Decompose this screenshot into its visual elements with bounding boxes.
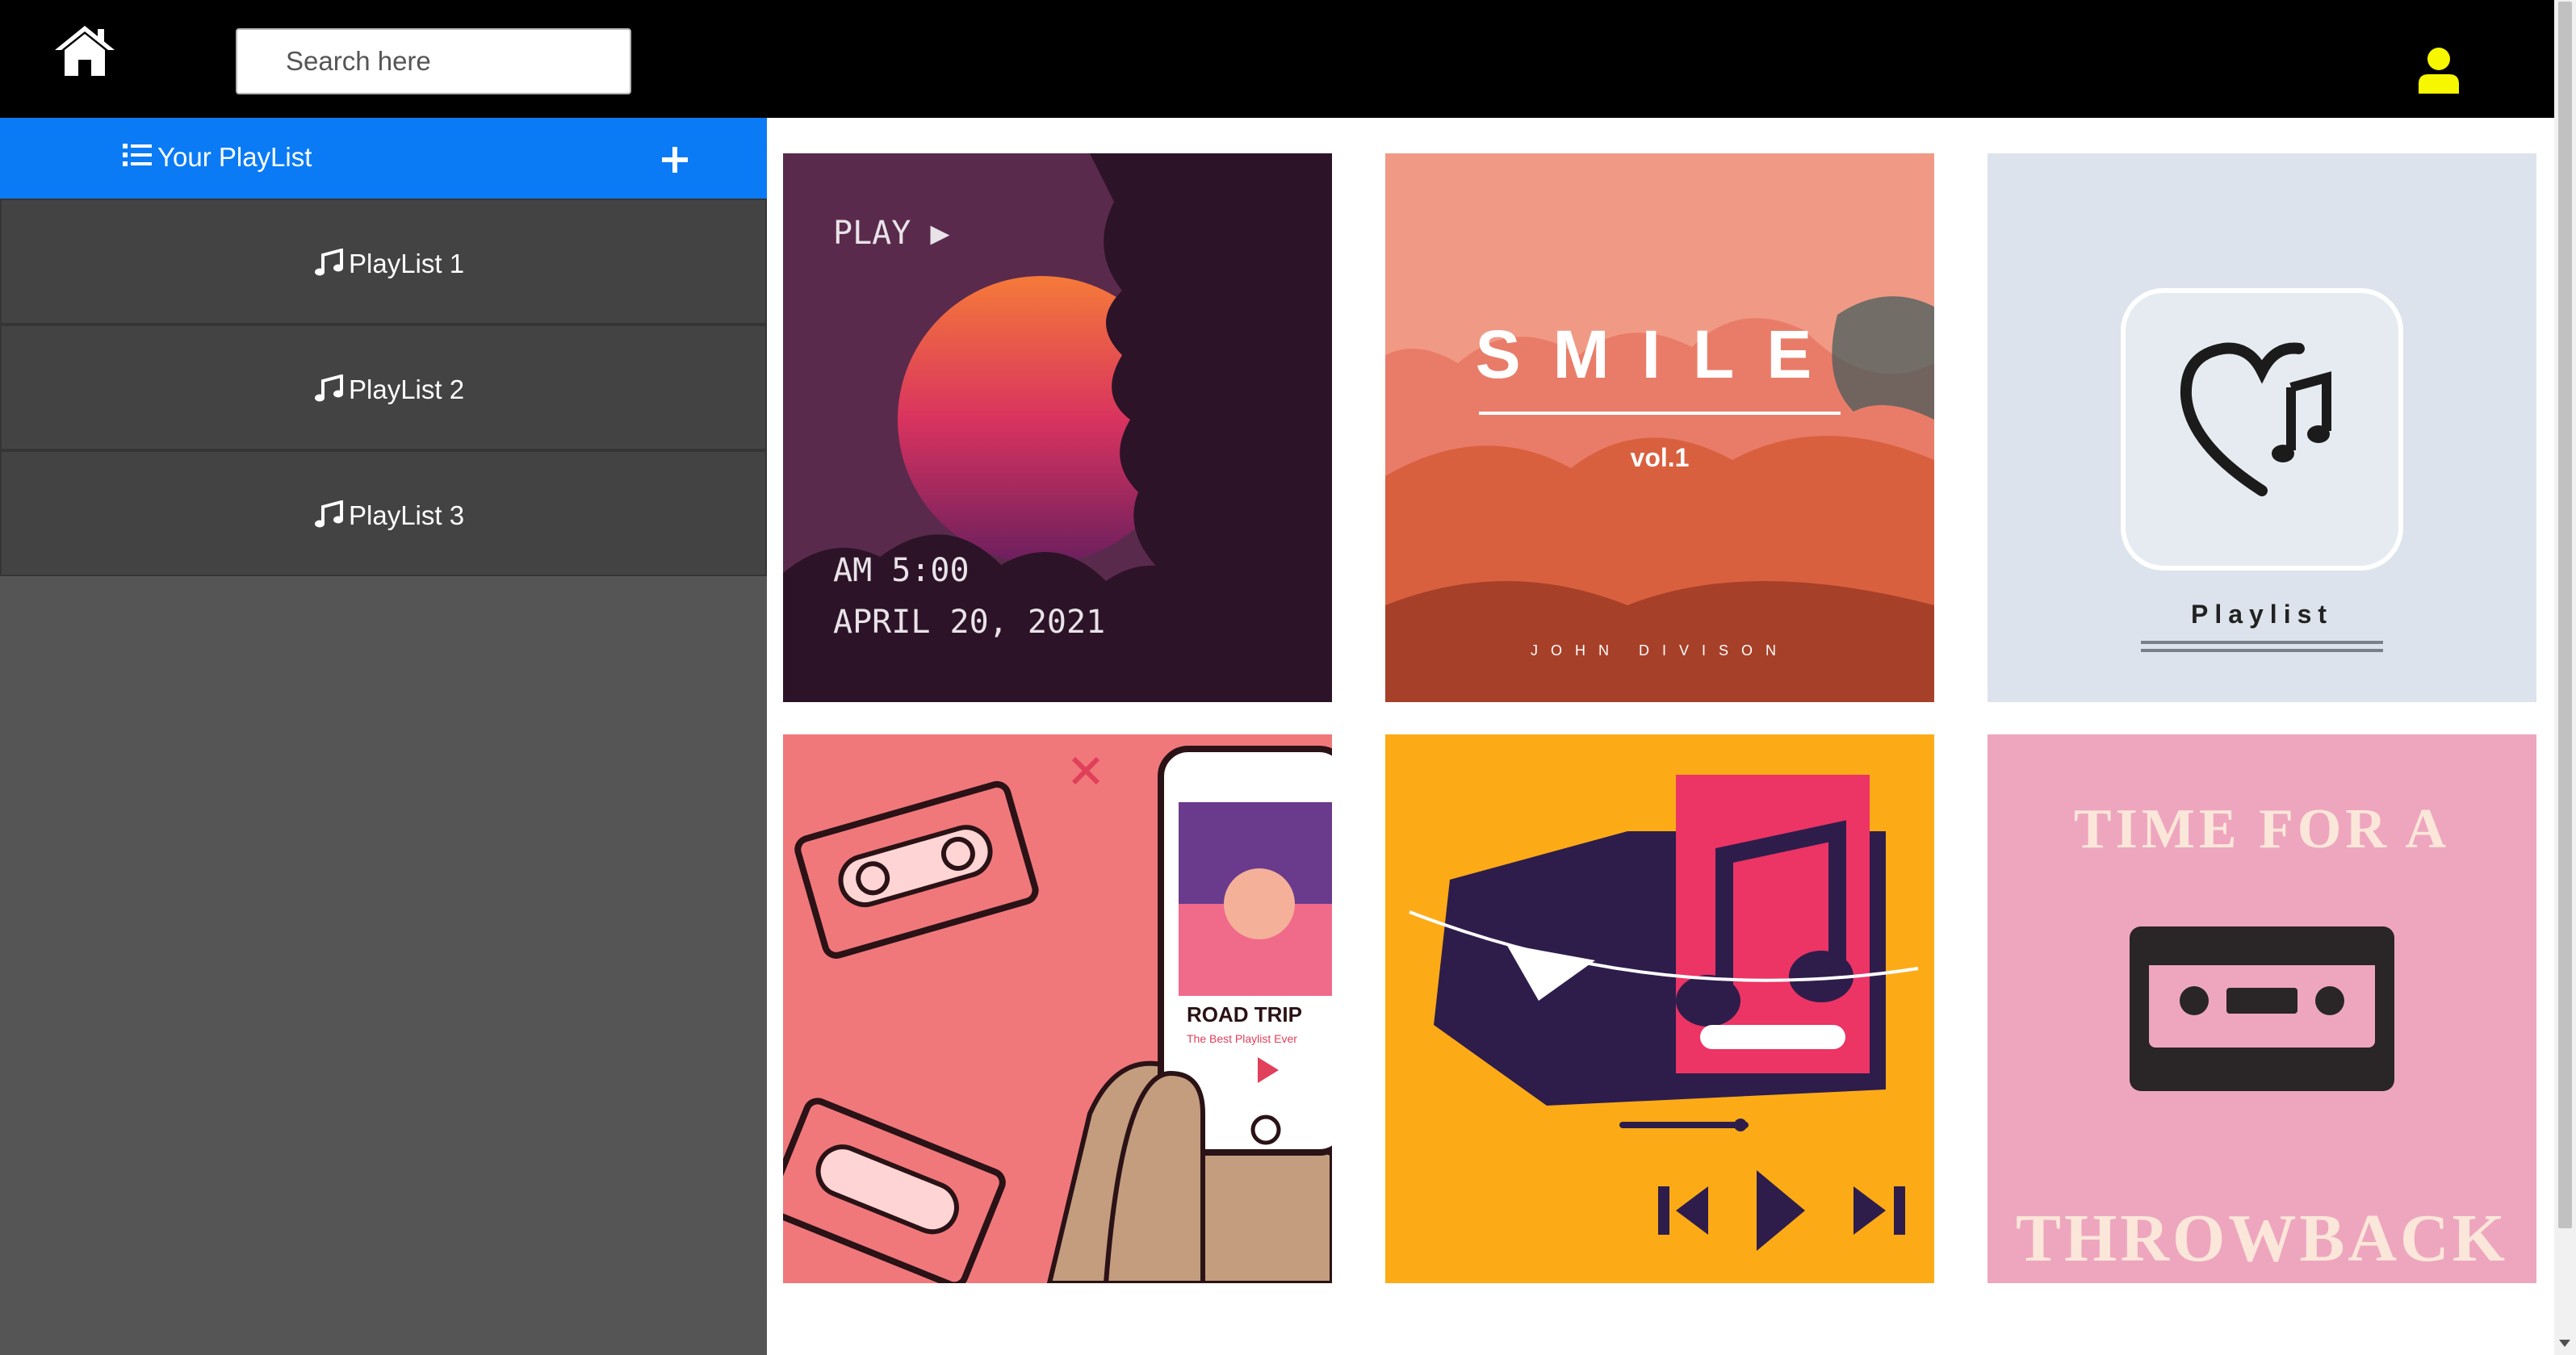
svg-text:JOHN DIVISON: JOHN DIVISON (1531, 642, 1789, 659)
playlist-grid: PLAY ▶ AM 5:00 APRIL 20, 2021 SMILE vol.… (767, 118, 2554, 1355)
svg-text:APRIL 20, 2021: APRIL 20, 2021 (833, 604, 1105, 641)
top-navbar (0, 0, 2554, 118)
svg-text:ROAD TRIP: ROAD TRIP (1187, 1002, 1302, 1027)
sidebar-item-playlist-3[interactable]: PlayList 3 (0, 450, 767, 576)
svg-text:SMILE: SMILE (1476, 316, 1845, 392)
svg-text:TIME FOR A: TIME FOR A (2074, 798, 2450, 860)
list-icon (123, 144, 152, 166)
music-note-icon (315, 374, 343, 402)
sidebar: Your PlayList PlayList 1 PlayList 2 Play… (0, 118, 767, 1355)
music-note-icon (315, 500, 343, 528)
search-input[interactable] (236, 28, 631, 94)
svg-text:Playlist: Playlist (2191, 600, 2333, 629)
sidebar-item-label: PlayList 1 (349, 249, 465, 278)
vertical-scrollbar[interactable] (2554, 0, 2576, 1355)
svg-text:vol.1: vol.1 (1631, 443, 1690, 472)
your-playlist-label: Your PlayList (157, 142, 312, 172)
smile-cover[interactable]: SMILE vol.1 JOHN DIVISON (1385, 153, 1934, 702)
scroll-down-arrow-icon[interactable] (2559, 1340, 2570, 1347)
svg-text:PLAY ▶: PLAY ▶ (833, 215, 950, 252)
sidebar-item-label: PlayList 2 (349, 374, 465, 404)
home-icon[interactable] (53, 24, 116, 77)
plus-icon[interactable] (662, 147, 688, 173)
throwback-cover[interactable]: TIME FOR A THROWBACK (1987, 734, 2536, 1283)
play-sunset-cover[interactable]: PLAY ▶ AM 5:00 APRIL 20, 2021 (783, 153, 1332, 702)
svg-text:AM 5:00: AM 5:00 (833, 552, 970, 589)
road-trip-cover[interactable]: ROAD TRIP The Best Playlist Ever (783, 734, 1332, 1283)
sidebar-item-label: PlayList 3 (349, 500, 465, 530)
scrollbar-thumb[interactable] (2558, 2, 2572, 1228)
svg-text:THROWBACK: THROWBACK (2016, 1201, 2508, 1276)
music-note-icon (315, 249, 343, 276)
your-playlist-header[interactable]: Your PlayList (0, 118, 767, 199)
svg-text:The Best Playlist Ever: The Best Playlist Ever (1187, 1032, 1297, 1045)
music-player-cover[interactable] (1385, 734, 1934, 1283)
sidebar-item-playlist-1[interactable]: PlayList 1 (0, 199, 767, 324)
playlist-heart-cover[interactable]: Playlist (1987, 153, 2536, 702)
user-icon[interactable] (2417, 47, 2461, 94)
sidebar-item-playlist-2[interactable]: PlayList 2 (0, 324, 767, 450)
